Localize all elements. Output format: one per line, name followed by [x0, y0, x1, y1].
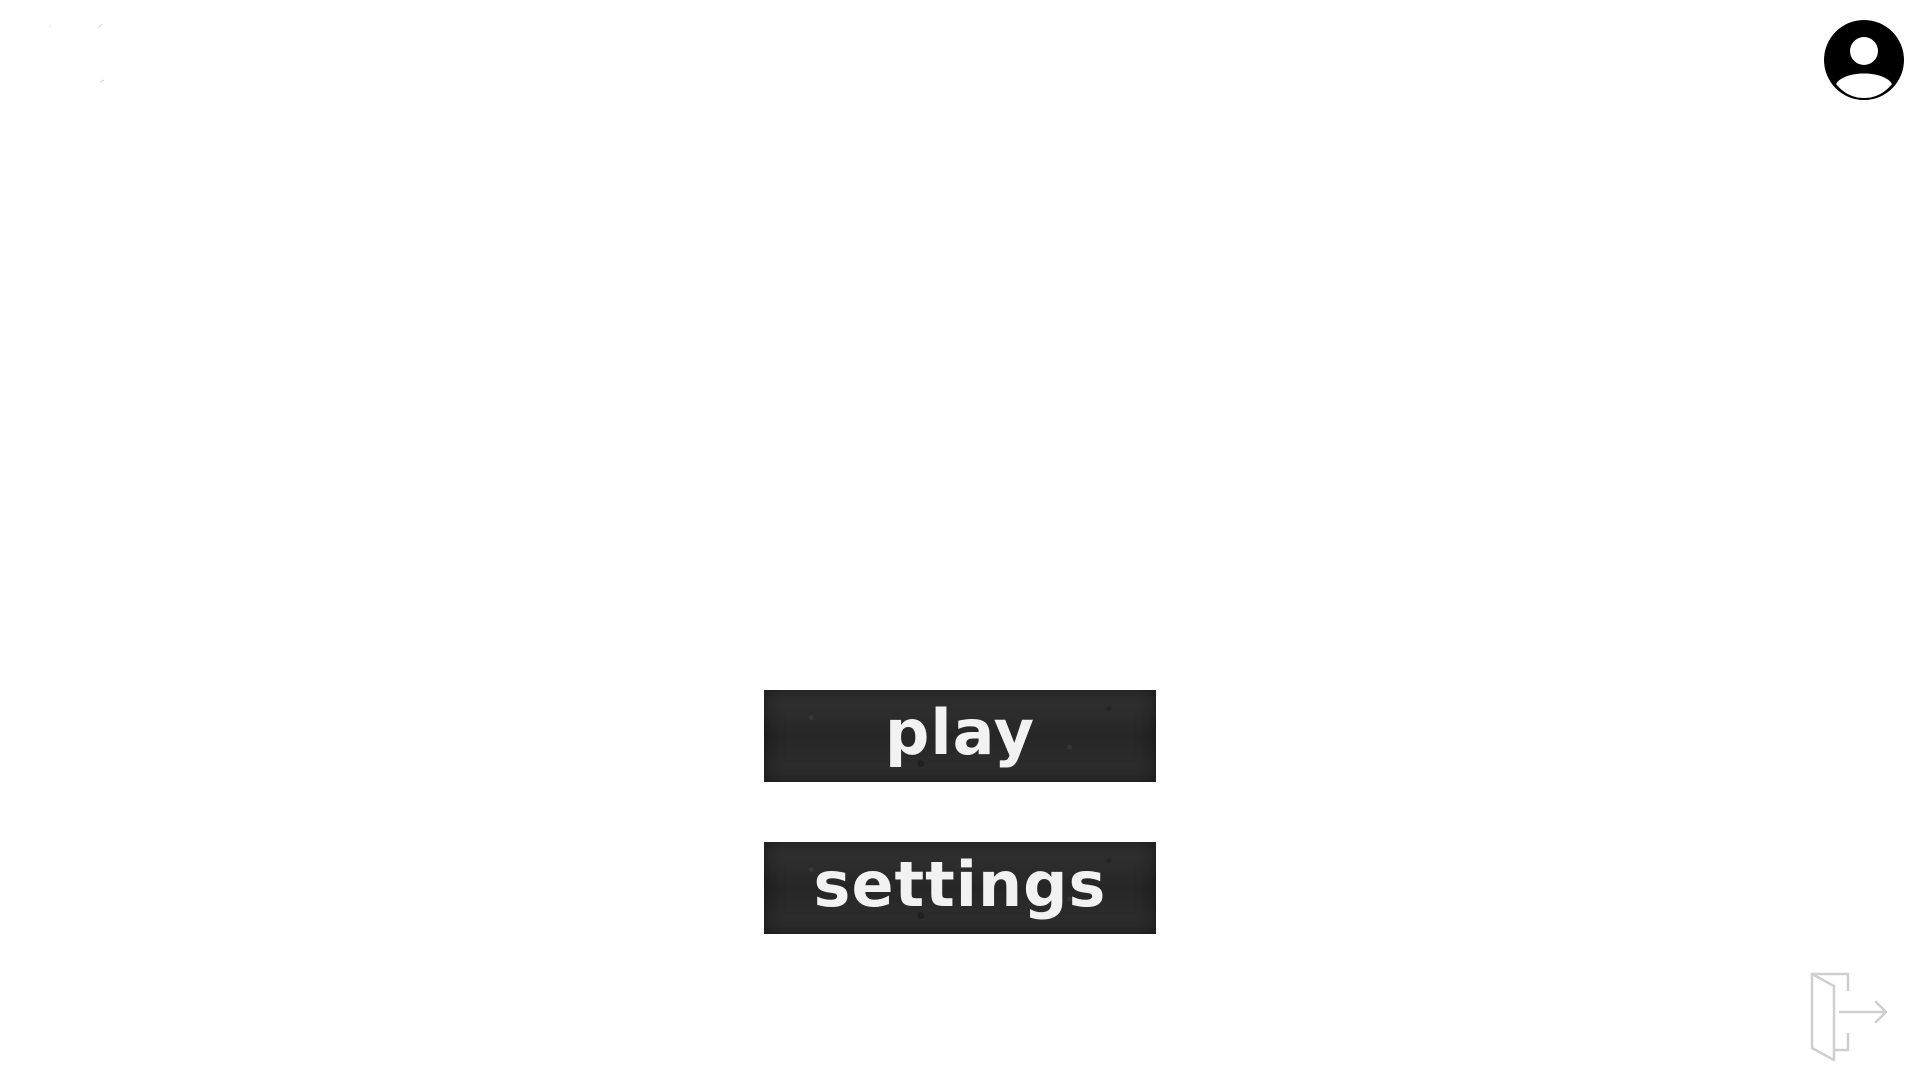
profile-button[interactable]: [1822, 18, 1906, 102]
play-button-label: play: [885, 696, 1035, 769]
user-avatar-icon: [1824, 20, 1904, 100]
settings-button[interactable]: settings: [764, 842, 1156, 934]
main-menu-screen: play settings: [0, 0, 1920, 1080]
logo-fragment-icon: [49, 23, 105, 83]
play-button[interactable]: play: [764, 690, 1156, 782]
settings-button-label: settings: [813, 848, 1107, 921]
exit-button[interactable]: [1800, 962, 1896, 1066]
exit-door-icon: [1810, 972, 1888, 1062]
